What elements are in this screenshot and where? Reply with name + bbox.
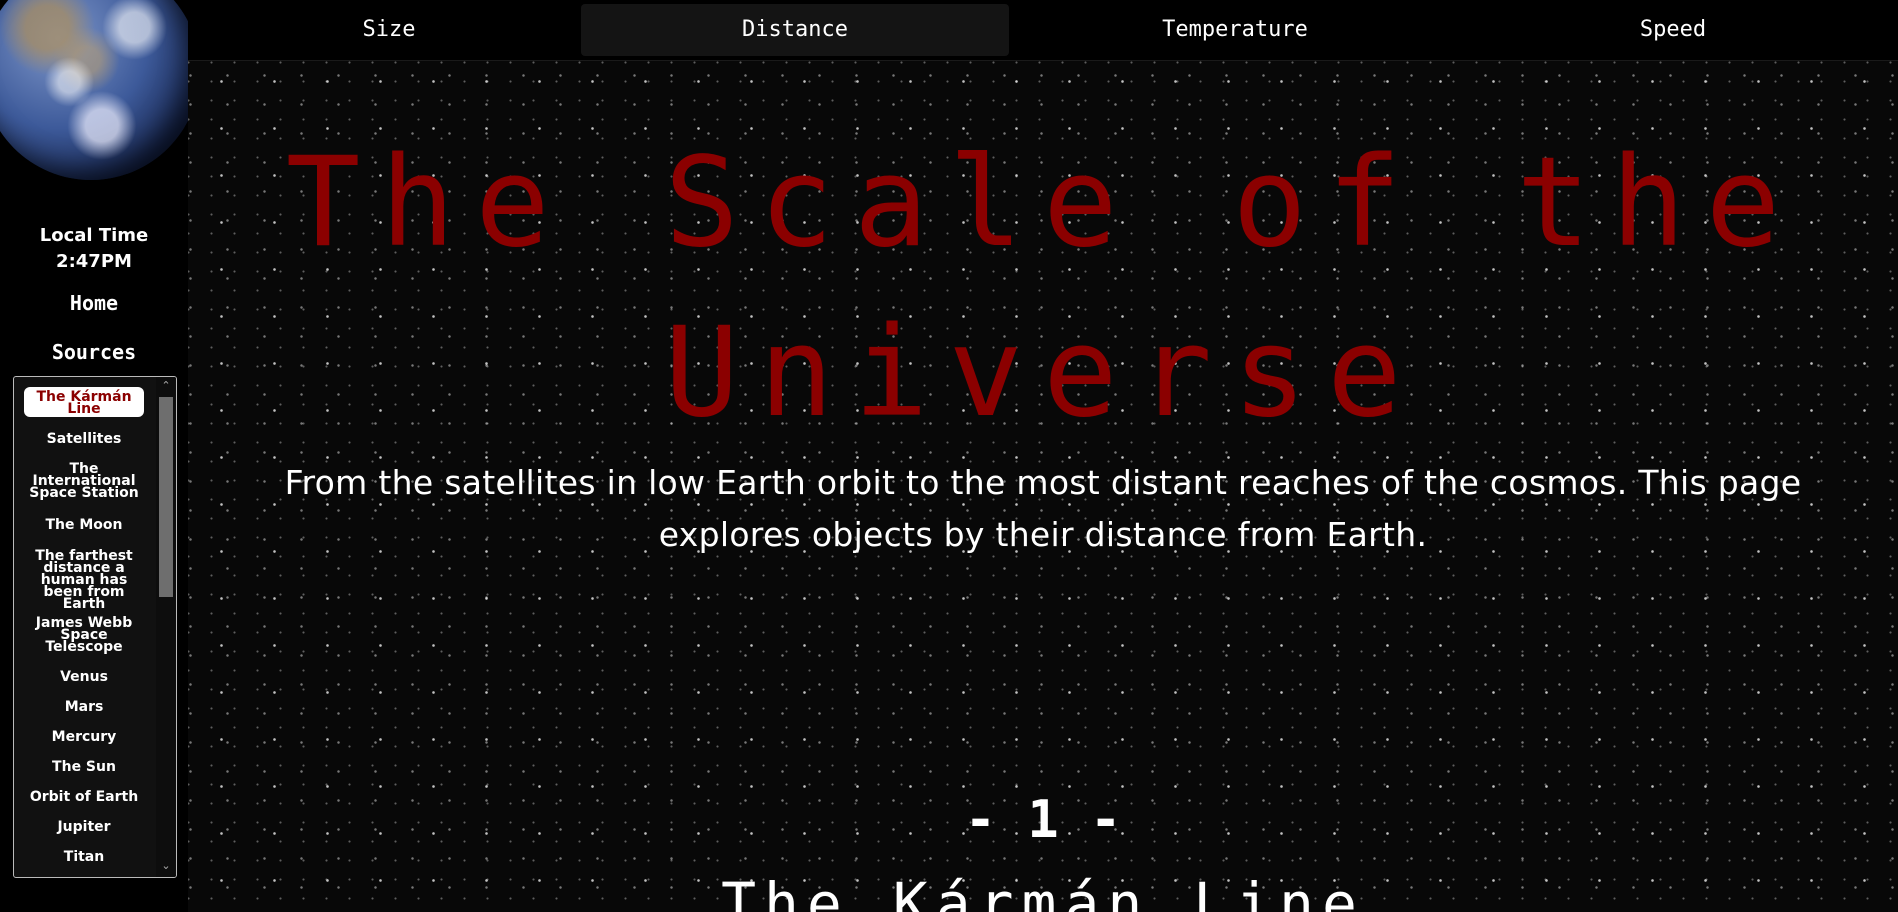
page-title-line1: The Scale of the <box>285 131 1801 275</box>
main-content: Size Distance Temperature Speed The Scal… <box>188 0 1898 912</box>
sidebar: Local Time 2:47PM Home Sources The Kármá… <box>0 0 200 912</box>
list-item-mars[interactable]: Mars <box>24 700 144 714</box>
home-link[interactable]: Home <box>0 291 188 315</box>
tab-speed[interactable]: Speed <box>1448 4 1898 56</box>
section-number: - 1 - <box>964 790 1122 850</box>
earth-globe-image <box>0 0 200 180</box>
list-item-jwst[interactable]: James Webb Space Telescope <box>24 616 144 654</box>
list-item-karman-line[interactable]: The Kármán Line <box>24 387 144 417</box>
list-item-sun[interactable]: The Sun <box>24 760 144 774</box>
local-time-value: 2:47PM <box>56 251 132 272</box>
local-time-label: Local Time <box>39 225 149 246</box>
list-item-titan[interactable]: Titan <box>24 850 144 864</box>
list-item-jupiter[interactable]: Jupiter <box>24 820 144 834</box>
tab-temperature[interactable]: Temperature <box>1028 4 1442 56</box>
section-title: The Kármán Line <box>721 870 1365 912</box>
page-title-line2: Universe <box>664 301 1422 445</box>
top-nav: Size Distance Temperature Speed <box>188 0 1898 61</box>
list-item-mercury[interactable]: Mercury <box>24 730 144 744</box>
page-subtitle: From the satellites in low Earth orbit t… <box>284 463 1802 554</box>
list-item-orbit-of-earth[interactable]: Orbit of Earth <box>24 790 144 804</box>
scrollbar-thumb[interactable] <box>159 397 173 597</box>
chevron-up-icon[interactable]: ⌃ <box>156 379 176 393</box>
page-title: The Scale of the Universe <box>188 118 1898 458</box>
list-item-satellites[interactable]: Satellites <box>24 432 144 446</box>
sources-list[interactable]: The Kármán Line Satellites The Internati… <box>13 376 177 878</box>
list-item-iss[interactable]: The International Space Station <box>24 462 144 500</box>
tab-size[interactable]: Size <box>188 4 590 56</box>
tab-distance[interactable]: Distance <box>581 4 1009 56</box>
list-item-farthest-human[interactable]: The farthest distance a human has been f… <box>24 549 144 611</box>
sources-link[interactable]: Sources <box>0 340 188 364</box>
list-item-moon[interactable]: The Moon <box>24 518 144 532</box>
list-item-venus[interactable]: Venus <box>24 670 144 684</box>
chevron-down-icon[interactable]: ⌄ <box>156 859 176 873</box>
list-scrollbar[interactable]: ⌃ ⌄ <box>156 377 176 877</box>
